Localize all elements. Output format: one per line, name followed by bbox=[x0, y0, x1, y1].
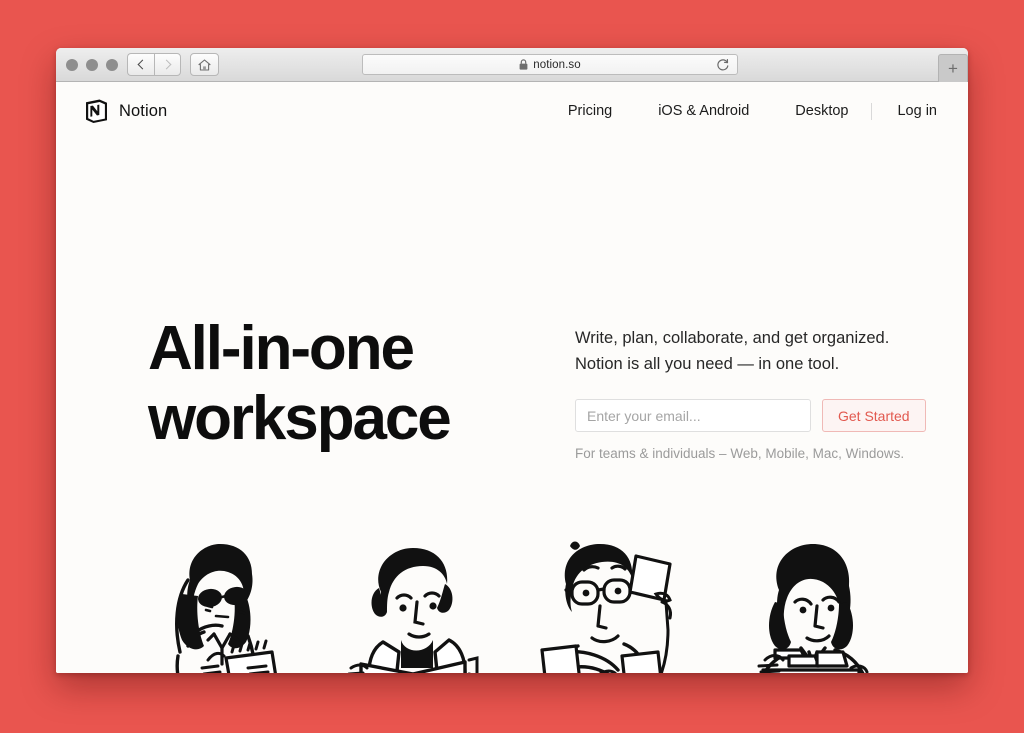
lock-icon bbox=[519, 59, 528, 70]
main-nav: Pricing iOS & Android Desktop Log in bbox=[545, 102, 937, 120]
forward-button[interactable] bbox=[154, 53, 181, 76]
nav-link-ios-android[interactable]: iOS & Android bbox=[635, 103, 772, 119]
navigation-buttons bbox=[127, 53, 181, 76]
minimize-window-button[interactable] bbox=[86, 59, 98, 71]
get-started-button[interactable]: Get Started bbox=[822, 399, 926, 433]
person-writing-notebook-illustration bbox=[152, 540, 278, 673]
hero-sub-line2: Notion is all you need — in one tool. bbox=[575, 354, 840, 373]
email-input[interactable] bbox=[575, 399, 811, 433]
feature-item-spreadsheets-database[interactable]: Spreadsheets, Database bbox=[722, 540, 896, 673]
notion-logo-icon bbox=[86, 99, 107, 123]
hero-subheadline: Write, plan, collaborate, and get organi… bbox=[575, 326, 927, 377]
home-button[interactable] bbox=[190, 53, 219, 76]
nav-link-desktop[interactable]: Desktop bbox=[772, 103, 871, 119]
brand-name: Notion bbox=[119, 101, 168, 120]
feature-item-knowledge-base[interactable]: Knowledge Base bbox=[326, 540, 500, 673]
chevron-left-icon bbox=[137, 59, 147, 70]
site-header: Notion Pricing iOS & Android Desktop Log… bbox=[56, 82, 968, 140]
nav-link-pricing[interactable]: Pricing bbox=[545, 103, 635, 119]
reload-button[interactable] bbox=[716, 58, 730, 77]
back-button[interactable] bbox=[127, 53, 154, 76]
hero-right-column: Write, plan, collaborate, and get organi… bbox=[575, 304, 927, 461]
hero-headline: All-in-one workspace bbox=[148, 304, 548, 461]
address-bar[interactable]: notion.so bbox=[362, 54, 738, 75]
webpage-content: Notion Pricing iOS & Android Desktop Log… bbox=[56, 82, 968, 673]
new-tab-label: + bbox=[948, 59, 958, 78]
person-holding-cards-illustration bbox=[540, 540, 682, 673]
address-bar-url: notion.so bbox=[533, 58, 581, 71]
browser-toolbar: notion.so + bbox=[56, 48, 968, 82]
browser-window: notion.so + Notion Pricing iOS & Android… bbox=[56, 48, 968, 673]
reload-icon bbox=[717, 59, 729, 71]
close-window-button[interactable] bbox=[66, 59, 78, 71]
zoom-window-button[interactable] bbox=[106, 59, 118, 71]
nav-link-login[interactable]: Log in bbox=[872, 103, 937, 119]
hero-section: All-in-one workspace Write, plan, collab… bbox=[56, 304, 968, 461]
feature-item-tasks-projects[interactable]: Tasks, Projects bbox=[524, 540, 698, 673]
new-tab-button[interactable]: + bbox=[938, 54, 968, 82]
hero-headline-line2: workspace bbox=[148, 384, 452, 454]
person-reading-book-illustration bbox=[343, 540, 483, 673]
feature-row: Notes, Docs bbox=[56, 540, 968, 673]
feature-item-notes-docs[interactable]: Notes, Docs bbox=[128, 540, 302, 673]
signup-caption: For teams & individuals – Web, Mobile, M… bbox=[575, 446, 905, 462]
home-icon bbox=[198, 58, 211, 71]
signup-form: Get Started bbox=[575, 399, 927, 433]
chevron-right-icon bbox=[161, 59, 172, 70]
window-traffic-lights bbox=[66, 59, 118, 71]
brand-logo-link[interactable]: Notion bbox=[84, 98, 167, 124]
hero-headline-line1: All-in-one bbox=[148, 314, 415, 383]
person-file-drawer-illustration bbox=[739, 540, 879, 673]
hero-sub-line1: Write, plan, collaborate, and get organi… bbox=[575, 329, 890, 347]
